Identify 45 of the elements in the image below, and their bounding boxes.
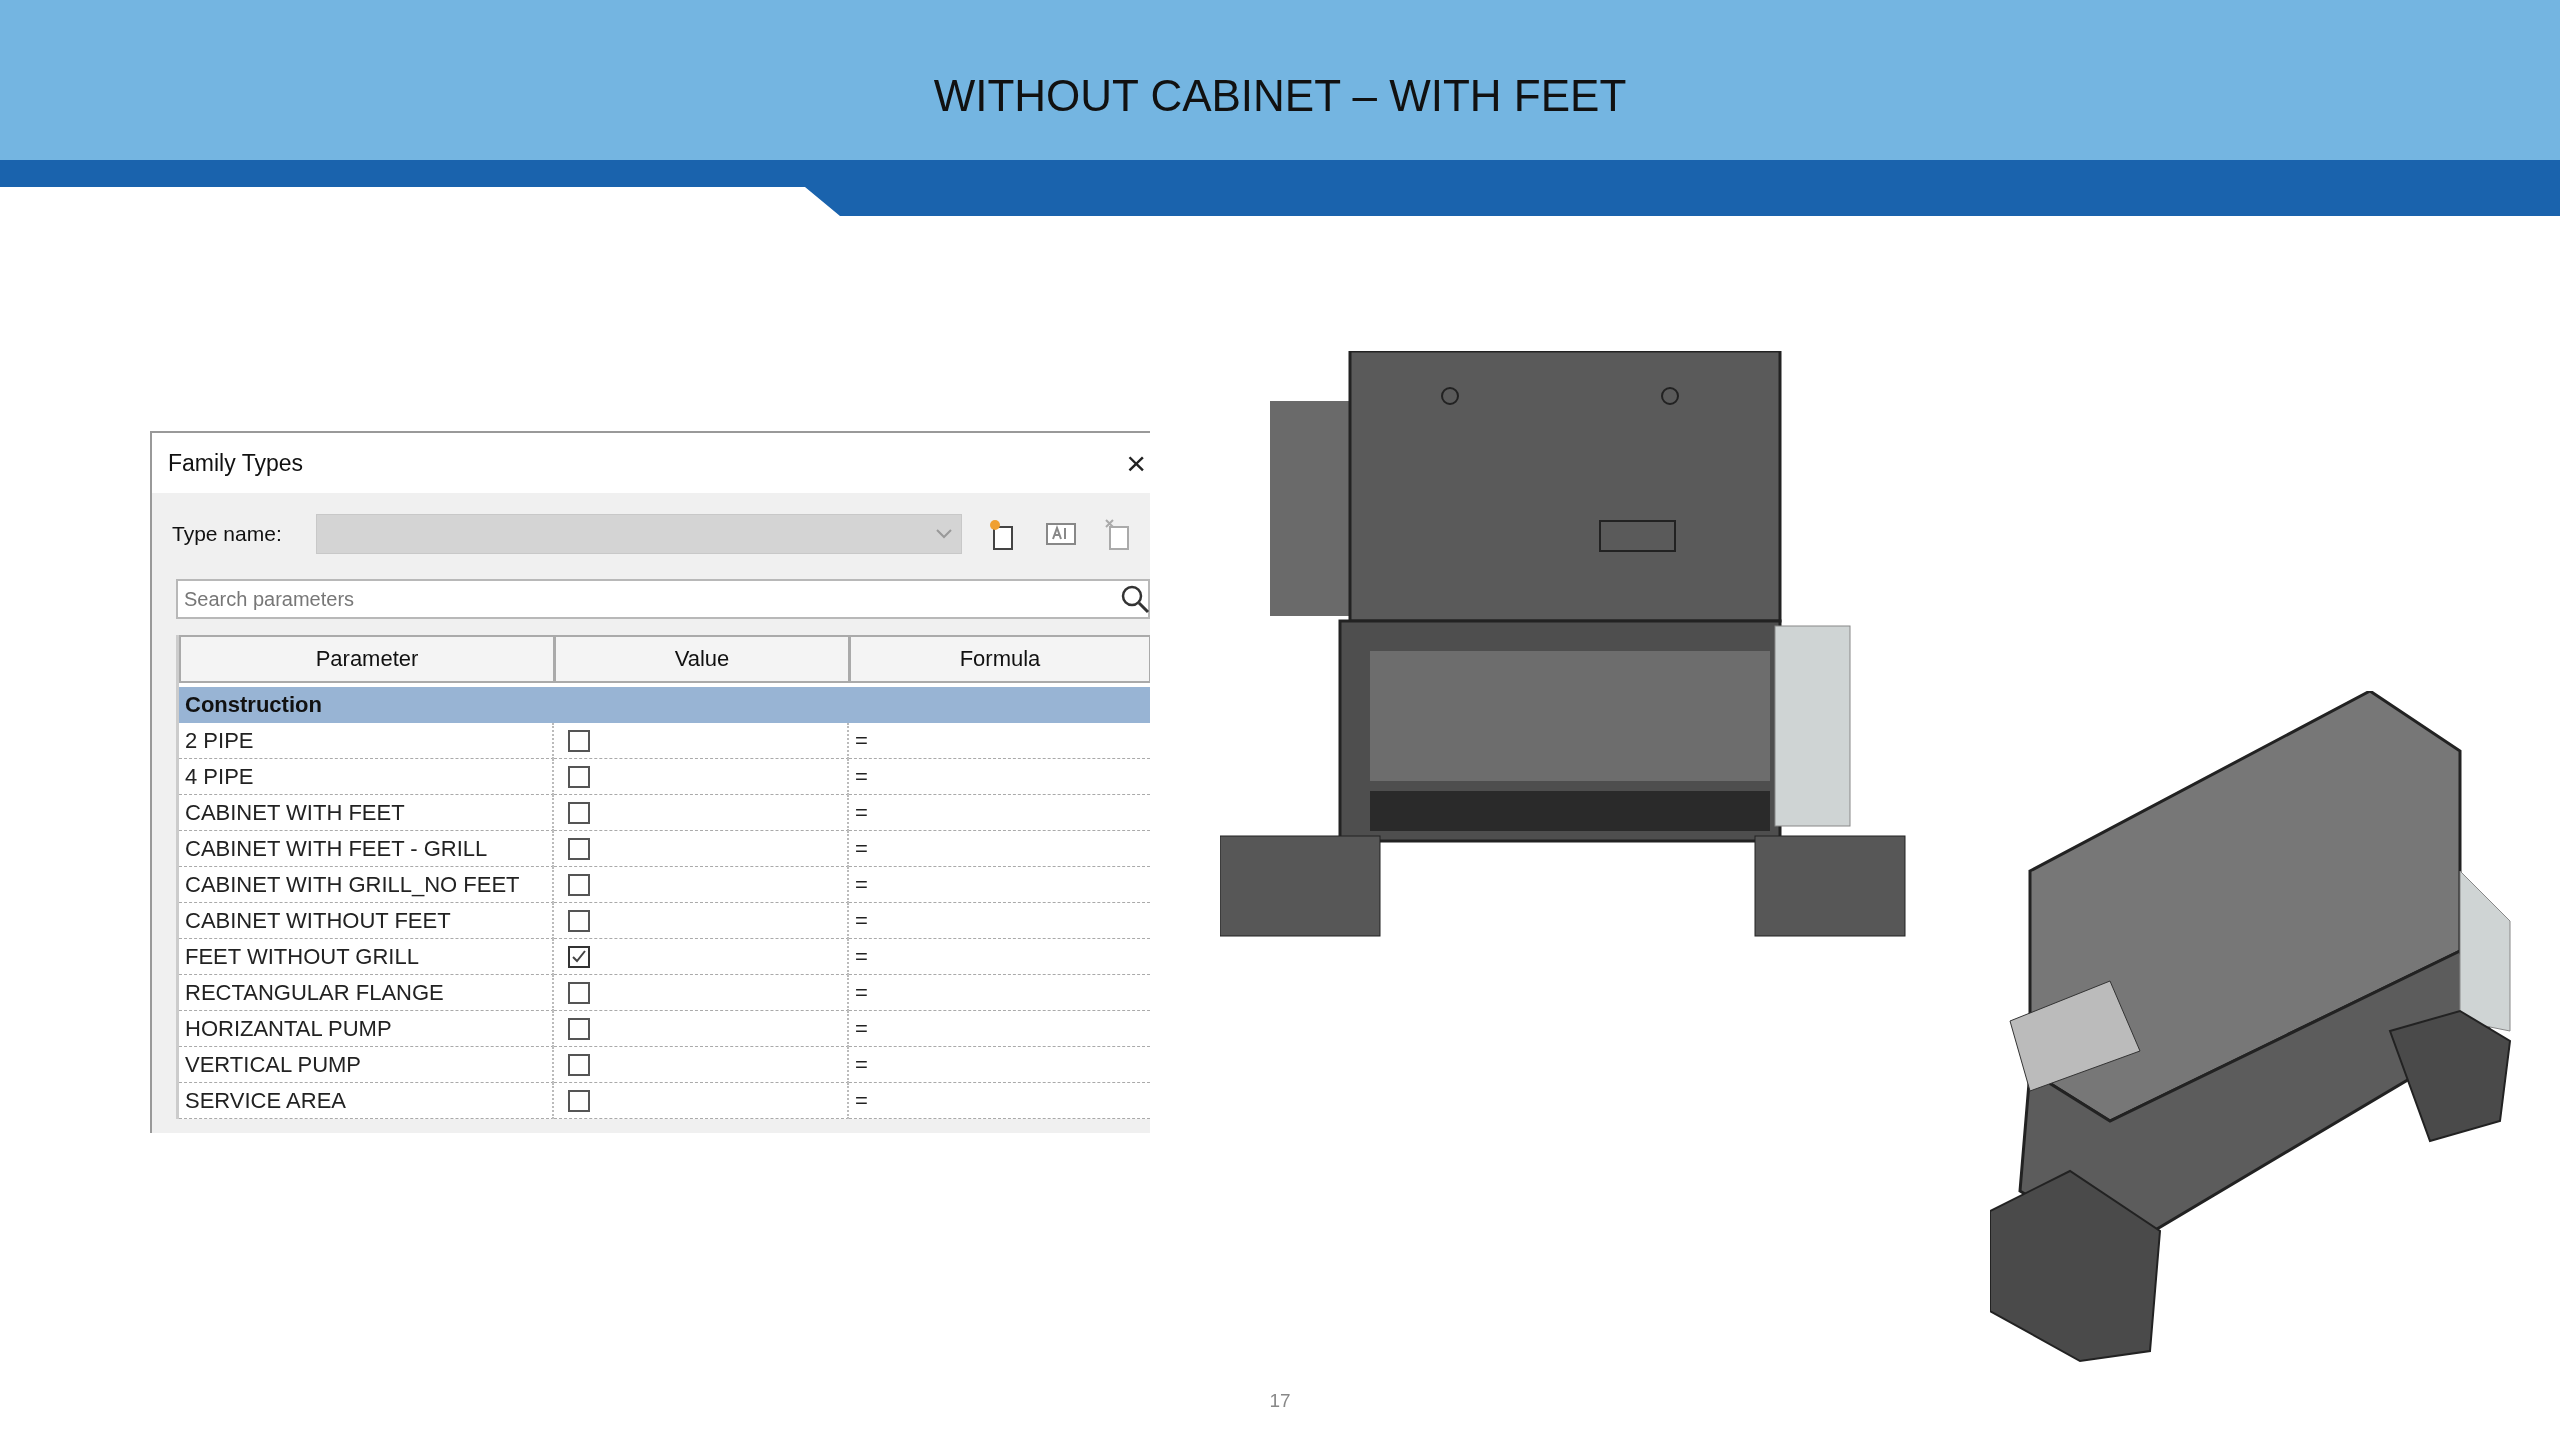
column-header[interactable]: Parameter	[179, 635, 554, 683]
column-header[interactable]: Value	[554, 635, 849, 683]
parameter-cell: CABINET WITHOUT FEET	[179, 903, 554, 939]
formula-cell: =	[849, 939, 1150, 975]
formula-cell: =	[849, 975, 1150, 1011]
parameter-cell: HORIZANTAL PUMP	[179, 1011, 554, 1047]
checkbox[interactable]	[568, 729, 590, 752]
checkbox[interactable]	[568, 945, 590, 968]
formula-cell: =	[849, 831, 1150, 867]
parameter-cell: SERVICE AREA	[179, 1083, 554, 1119]
column-header[interactable]: Formula	[849, 635, 1150, 683]
type-name-label: Type name:	[172, 522, 283, 546]
checkbox[interactable]	[568, 801, 590, 824]
formula-cell: =	[849, 1083, 1150, 1119]
checkbox[interactable]	[568, 765, 590, 788]
slide-title: WITHOUT CABINET – WITH FEET	[933, 71, 1627, 121]
formula-cell: =	[849, 1011, 1150, 1047]
parameter-cell: CABINET WITH FEET - GRILL	[179, 831, 554, 867]
parameter-cell: RECTANGULAR FLANGE	[179, 975, 554, 1011]
parameter-cell: VERTICAL PUMP	[179, 1047, 554, 1083]
parameter-cell: 4 PIPE	[179, 759, 554, 795]
formula-cell: =	[849, 903, 1150, 939]
formula-cell: =	[849, 1047, 1150, 1083]
search-icon[interactable]	[1120, 584, 1150, 614]
checkbox[interactable]	[568, 1053, 590, 1076]
search-field[interactable]: Search parameters	[176, 579, 1150, 619]
parameter-cell: 2 PIPE	[179, 723, 554, 759]
page-number: 17	[1269, 1390, 1291, 1413]
formula-cell: =	[849, 795, 1150, 831]
group-header: Construction	[179, 687, 1150, 723]
formula-cell: =	[849, 759, 1150, 795]
checkbox[interactable]	[568, 909, 590, 932]
checkbox[interactable]	[568, 873, 590, 896]
checkbox[interactable]	[568, 1089, 590, 1112]
checkbox[interactable]	[568, 981, 590, 1004]
checkbox[interactable]	[568, 1017, 590, 1040]
checkbox[interactable]	[568, 837, 590, 860]
close-button[interactable]: ×	[1122, 443, 1150, 483]
parameter-cell: FEET WITHOUT GRILL	[179, 939, 554, 975]
formula-cell: =	[849, 723, 1150, 759]
parameter-cell: CABINET WITH GRILL_NO FEET	[179, 867, 554, 903]
formula-cell: =	[849, 867, 1150, 903]
parameter-cell: CABINET WITH FEET	[179, 795, 554, 831]
dialog-title: Family Types	[168, 449, 304, 477]
chevron-icon	[935, 528, 953, 540]
